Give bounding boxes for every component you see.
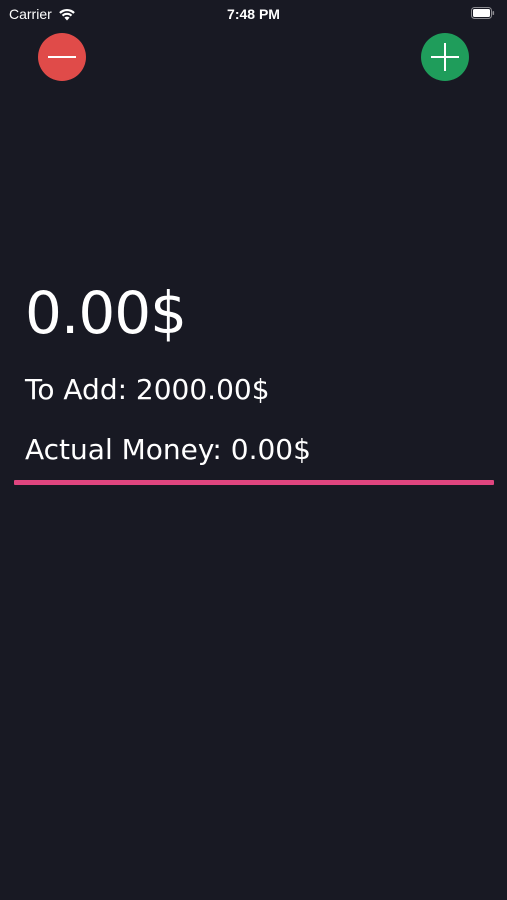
status-bar: Carrier 7:48 PM [0,0,507,28]
status-time: 7:48 PM [227,6,280,22]
money-screen: Carrier 7:48 PM 0.00$ To Add: 2000.00$ A [0,0,507,900]
battery-icon [471,7,495,19]
balance-amount: 0.00$ [25,279,187,347]
plus-icon [421,33,469,81]
actual-money-label: Actual Money: 0.00$ [25,433,311,466]
accent-divider [14,480,494,485]
to-add-label: To Add: 2000.00$ [25,373,270,406]
add-money-button[interactable] [421,33,469,81]
remove-money-button[interactable] [38,33,86,81]
minus-icon [38,33,86,81]
